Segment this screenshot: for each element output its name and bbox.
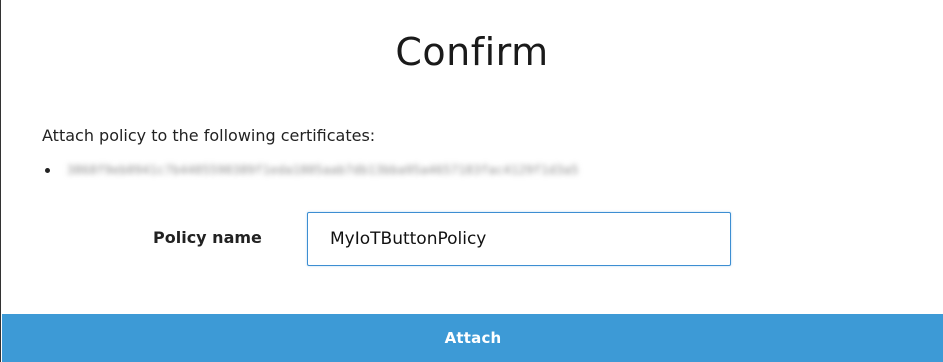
policy-name-label: Policy name [153,228,262,247]
certificate-id: 3868f9eb0941c7b4405590389f1eda1805aab7db… [67,163,579,177]
attach-button[interactable]: Attach [2,314,943,362]
policy-name-input[interactable] [307,212,731,266]
bullet-icon [45,167,50,173]
confirm-dialog: Confirm Attach policy to the following c… [0,0,943,362]
certificate-list-item: 3868f9eb0941c7b4405590389f1eda1805aab7db… [45,159,579,181]
dialog-title: Confirm [395,30,549,74]
attach-description: Attach policy to the following certifica… [42,126,376,145]
